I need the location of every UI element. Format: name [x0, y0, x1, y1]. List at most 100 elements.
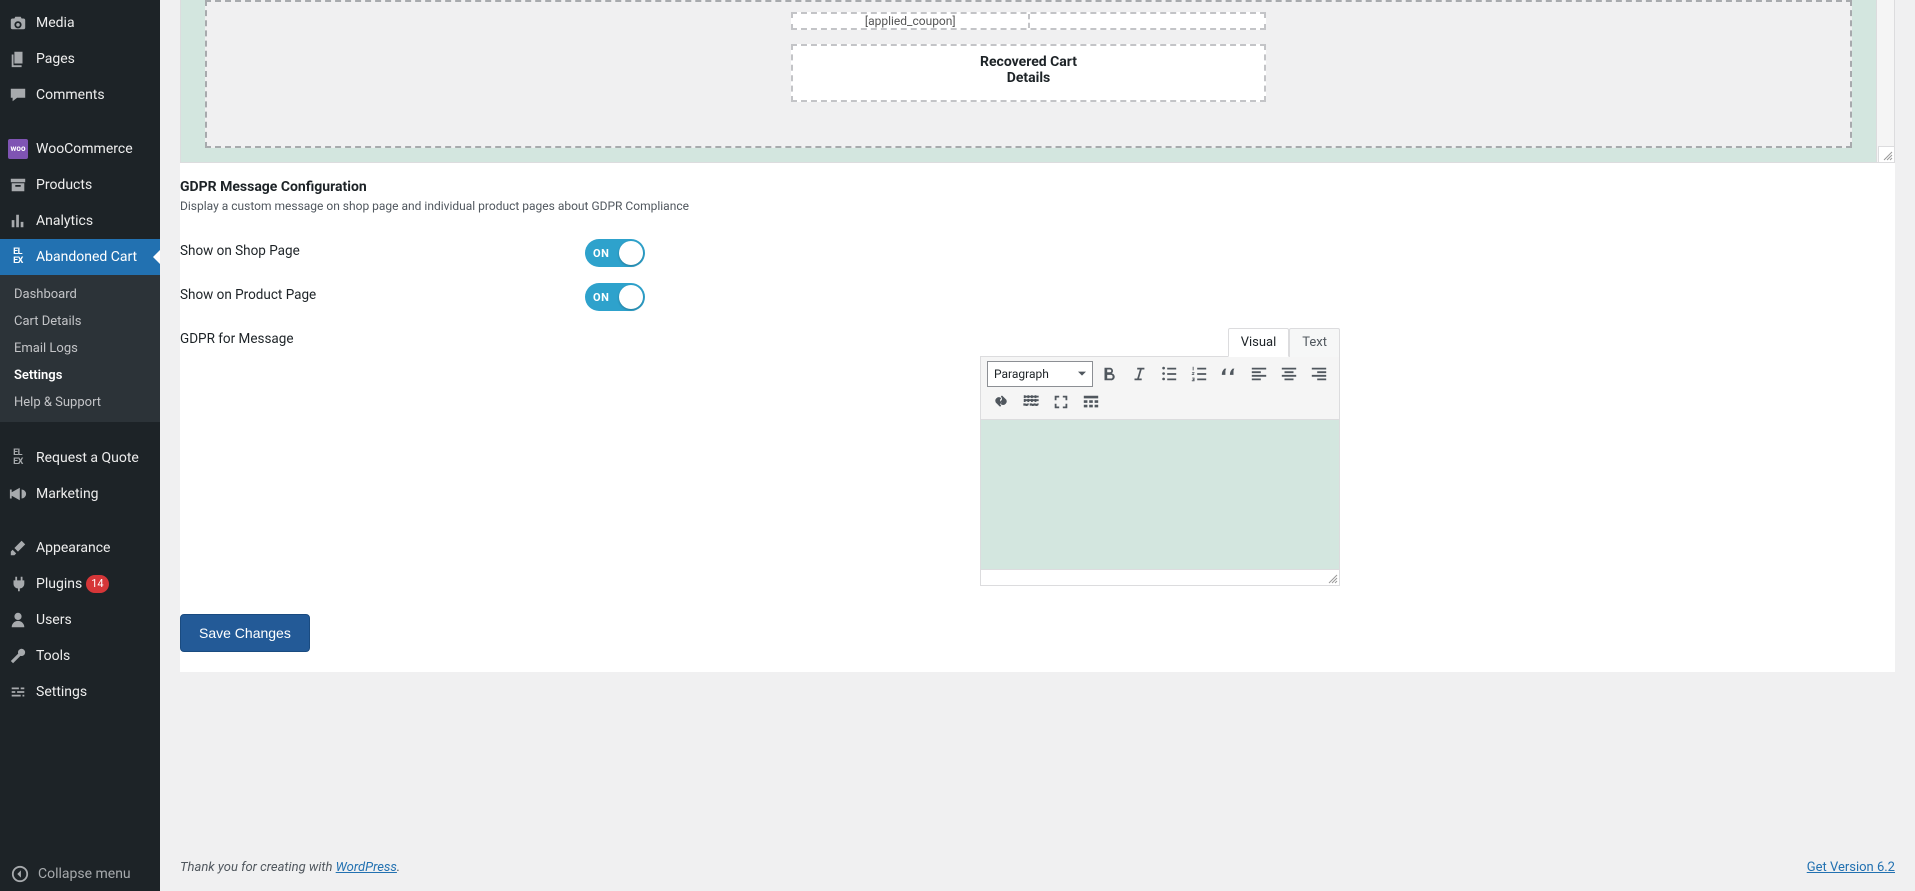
sidebar-item-tools[interactable]: Tools [0, 638, 160, 674]
gdpr-message-editor[interactable] [980, 420, 1340, 570]
editor-toolbar-toggle-button[interactable] [1077, 389, 1105, 415]
toggle-knob [619, 285, 643, 309]
template-block-subtitle: Details [803, 70, 1254, 86]
submenu-item-dashboard[interactable]: Dashboard [0, 281, 160, 308]
sidebar-item-label: Analytics [36, 212, 93, 230]
editor-tab-visual[interactable]: Visual [1228, 328, 1290, 357]
sidebar-item-analytics[interactable]: Analytics [0, 203, 160, 239]
elex-icon: ELEX [8, 247, 28, 267]
editor-mode-tabs: Visual Text [1228, 327, 1340, 356]
comments-icon [8, 85, 28, 105]
gdpr-show-shop-toggle[interactable]: ON [585, 239, 645, 267]
abandoned-cart-submenu: Dashboard Cart Details Email Logs Settin… [0, 275, 160, 422]
editor-status-bar [980, 570, 1340, 586]
submenu-item-cart-details[interactable]: Cart Details [0, 308, 160, 335]
gdpr-section-heading: GDPR Message Configuration [180, 179, 1895, 195]
gdpr-show-shop-row: Show on Shop Page ON [180, 231, 1895, 275]
admin-footer: Thank you for creating with WordPress. G… [160, 844, 1915, 891]
sidebar-item-label: Request a Quote [36, 449, 139, 467]
editor-align-left-button[interactable] [1245, 361, 1273, 387]
save-changes-button[interactable]: Save Changes [180, 614, 310, 652]
elex-icon: ELEX [8, 448, 28, 468]
woocommerce-icon: woo [8, 139, 28, 159]
editor-resize-handle[interactable] [1878, 146, 1894, 162]
sidebar-item-marketing[interactable]: Marketing [0, 476, 160, 512]
collapse-icon [10, 865, 30, 883]
sidebar-item-label: WooCommerce [36, 140, 133, 158]
settings-panel: [applied_coupon] Recovered Cart Details [180, 0, 1895, 672]
submenu-item-settings[interactable]: Settings [0, 362, 160, 389]
footer-wordpress-link[interactable]: WordPress [336, 860, 397, 875]
editor-align-right-button[interactable] [1305, 361, 1333, 387]
editor-scrollbar[interactable] [1876, 0, 1894, 162]
sidebar-item-label: Users [36, 611, 72, 629]
products-icon [8, 175, 28, 195]
sidebar-item-abandoned-cart[interactable]: ELEX Abandoned Cart [0, 239, 160, 275]
gdpr-show-shop-label: Show on Shop Page [180, 239, 585, 259]
editor-ol-button[interactable] [1185, 361, 1213, 387]
sidebar-item-label: Comments [36, 86, 105, 104]
settings-icon [8, 682, 28, 702]
toggle-state-label: ON [593, 247, 609, 260]
submenu-item-email-logs[interactable]: Email Logs [0, 335, 160, 362]
users-icon [8, 610, 28, 630]
plugins-icon [8, 574, 28, 594]
analytics-icon [8, 211, 28, 231]
sidebar-item-label: Marketing [36, 485, 99, 503]
admin-sidebar: Media Pages Comments woo WooCommerce Pro… [0, 0, 160, 891]
toggle-knob [619, 241, 643, 265]
sidebar-item-plugins[interactable]: Plugins 14 [0, 566, 160, 602]
email-template-editor: [applied_coupon] Recovered Cart Details [180, 0, 1895, 163]
pages-icon [8, 49, 28, 69]
sidebar-item-users[interactable]: Users [0, 602, 160, 638]
editor-format-select[interactable]: Paragraph [987, 361, 1093, 387]
footer-get-version-link[interactable]: Get Version 6.2 [1807, 860, 1895, 875]
sidebar-item-request-quote[interactable]: ELEX Request a Quote [0, 440, 160, 476]
editor-tab-text[interactable]: Text [1289, 328, 1340, 357]
sidebar-item-label: Appearance [36, 539, 110, 557]
megaphone-icon [8, 484, 28, 504]
gdpr-show-product-label: Show on Product Page [180, 283, 585, 303]
sidebar-item-woocommerce[interactable]: woo WooCommerce [0, 131, 160, 167]
sidebar-item-label: Products [36, 176, 92, 194]
toggle-state-label: ON [593, 291, 609, 304]
sidebar-item-pages[interactable]: Pages [0, 41, 160, 77]
template-coupon-row[interactable]: [applied_coupon] [791, 12, 1266, 30]
editor-italic-button[interactable] [1125, 361, 1153, 387]
editor-read-more-button[interactable] [1017, 389, 1045, 415]
gdpr-section-description: Display a custom message on shop page an… [180, 199, 1895, 213]
editor-toolbar: Paragraph [980, 356, 1340, 420]
sidebar-item-media[interactable]: Media [0, 5, 160, 41]
gdpr-show-product-row: Show on Product Page ON [180, 275, 1895, 319]
editor-blockquote-button[interactable] [1215, 361, 1243, 387]
sidebar-item-label: Plugins [36, 575, 82, 593]
gdpr-message-label: GDPR for Message [180, 327, 585, 347]
plugins-update-badge: 14 [86, 575, 108, 593]
collapse-menu-label: Collapse menu [38, 866, 131, 882]
camera-icon [8, 13, 28, 33]
sidebar-item-label: Pages [36, 50, 75, 68]
template-placeholder-token: [applied_coupon] [793, 14, 1030, 28]
sidebar-item-label: Settings [36, 683, 87, 701]
editor-align-center-button[interactable] [1275, 361, 1303, 387]
sidebar-item-products[interactable]: Products [0, 167, 160, 203]
editor-fullscreen-button[interactable] [1047, 389, 1075, 415]
sidebar-item-label: Media [36, 14, 75, 32]
collapse-menu-button[interactable]: Collapse menu [0, 857, 160, 891]
editor-bold-button[interactable] [1095, 361, 1123, 387]
gdpr-show-product-toggle[interactable]: ON [585, 283, 645, 311]
template-block-title: Recovered Cart [803, 54, 1254, 70]
sidebar-item-comments[interactable]: Comments [0, 77, 160, 113]
page-body: [applied_coupon] Recovered Cart Details [160, 0, 1915, 891]
footer-thanks-text: Thank you for creating with [180, 860, 336, 875]
sidebar-item-appearance[interactable]: Appearance [0, 530, 160, 566]
sidebar-item-settings[interactable]: Settings [0, 674, 160, 710]
appearance-icon [8, 538, 28, 558]
submenu-item-help-support[interactable]: Help & Support [0, 389, 160, 416]
editor-ul-button[interactable] [1155, 361, 1183, 387]
editor-link-button[interactable] [987, 389, 1015, 415]
template-recovered-cart-block[interactable]: Recovered Cart Details [791, 44, 1266, 102]
sidebar-item-label: Tools [36, 647, 70, 665]
sidebar-item-label: Abandoned Cart [36, 248, 137, 266]
gdpr-message-row: GDPR for Message Visual Text Paragraph [180, 319, 1895, 594]
